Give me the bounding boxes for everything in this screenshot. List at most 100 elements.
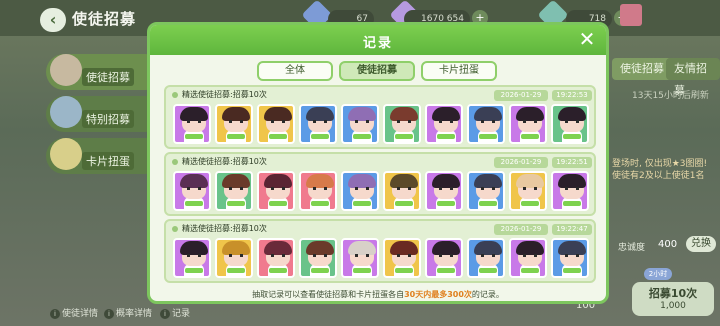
record-entry: 精选使徒招募:招募10次 2026-01-29 19:22:47 (164, 219, 596, 283)
apostle-gem-tag (227, 134, 245, 139)
apostle-card[interactable] (467, 104, 505, 144)
apostle-gem-tag (311, 201, 329, 206)
apostle-eyes (313, 254, 327, 257)
apostle-eyes (565, 187, 579, 190)
apostle-card[interactable] (299, 171, 337, 211)
apostle-hair (348, 174, 376, 188)
apostle-card[interactable] (383, 238, 421, 278)
apostle-hair (180, 241, 208, 255)
close-icon: ✕ (578, 27, 596, 51)
apostle-eyes (229, 120, 243, 123)
side-tab-special-label: 特别招募 (82, 110, 134, 128)
apostle-gem-tag (437, 268, 455, 273)
footer-link-records-label: 记录 (172, 309, 191, 319)
apostle-card[interactable] (425, 104, 463, 144)
side-tab-recruit[interactable]: 使徒招募 (46, 54, 150, 90)
apostle-eyes (523, 254, 537, 257)
apostle-gem-tag (479, 134, 497, 139)
apostle-card[interactable] (467, 238, 505, 278)
apostle-card[interactable] (341, 104, 379, 144)
record-time: 19:22:53 (552, 90, 592, 101)
apostle-card[interactable] (383, 104, 421, 144)
apostle-eyes (439, 120, 453, 123)
apostle-gem-tag (563, 268, 581, 273)
apostle-card[interactable] (215, 104, 253, 144)
apostle-hair (306, 241, 334, 255)
filter-tabs: 全体 使徒招募 卡片扭蛋 (150, 61, 606, 83)
apostle-eyes (313, 120, 327, 123)
apostle-card[interactable] (299, 238, 337, 278)
record-time: 19:22:51 (552, 157, 592, 168)
apostle-card[interactable] (509, 238, 547, 278)
apostle-card[interactable] (509, 171, 547, 211)
apostle-hair (180, 174, 208, 188)
apostle-eyes (565, 120, 579, 123)
apostle-card[interactable] (509, 104, 547, 144)
record-date: 2026-01-29 (494, 157, 548, 168)
apostle-gem-tag (353, 201, 371, 206)
apostle-gem-tag (479, 201, 497, 206)
apostle-gem-tag (269, 201, 287, 206)
apostle-gem-tag (395, 201, 413, 206)
apostle-eyes (397, 187, 411, 190)
apostle-hair (432, 174, 460, 188)
record-entry: 精选使徒招募:招募10次 2026-01-29 19:22:51 (164, 152, 596, 216)
apostle-card[interactable] (551, 104, 589, 144)
apostle-card[interactable] (257, 171, 295, 211)
tab-apostle-recruit[interactable]: 使徒招募 (339, 61, 415, 81)
record-dot-icon (172, 225, 178, 232)
apostle-card[interactable] (551, 171, 589, 211)
footer-link-records[interactable]: i 记录 (160, 306, 190, 319)
recruit-10-button[interactable]: 招募10次 1,000 (632, 282, 714, 316)
side-tab-card-gacha[interactable]: 卡片扭蛋 (46, 138, 150, 174)
apostle-card[interactable] (341, 238, 379, 278)
apostle-card[interactable] (173, 238, 211, 278)
right-tab-recruit[interactable]: 使徒招募 (612, 58, 672, 80)
apostle-card[interactable] (299, 104, 337, 144)
apostle-hair (264, 107, 292, 121)
apostle-hair (474, 174, 502, 188)
apostle-gem-tag (521, 268, 539, 273)
footer-link-probability[interactable]: i 概率详情 (104, 306, 152, 319)
apostle-eyes (229, 187, 243, 190)
back-button[interactable]: ‹ (40, 8, 66, 32)
apostle-hair (474, 241, 502, 255)
apostle-gem-tag (311, 134, 329, 139)
record-cards (173, 171, 591, 211)
side-tab-portrait (50, 54, 82, 86)
apostle-hair (516, 241, 544, 255)
modal-header: 记录 ✕ (150, 25, 606, 55)
apostle-card[interactable] (467, 171, 505, 211)
apostle-card[interactable] (257, 238, 295, 278)
apostle-card[interactable] (551, 238, 589, 278)
apostle-card[interactable] (257, 104, 295, 144)
apostle-gem-tag (479, 268, 497, 273)
apostle-eyes (187, 120, 201, 123)
records-list[interactable]: 精选使徒招募:招募10次 2026-01-29 19:22:53 精选使徒招募:招募1… (164, 85, 596, 283)
side-tab-special[interactable]: 特别招募 (46, 96, 150, 132)
apostle-card[interactable] (215, 238, 253, 278)
right-tab-friend[interactable]: 友情招募 (666, 58, 720, 97)
exchange-button[interactable]: 兑换 (686, 236, 716, 252)
recruit-10-cost: 1,000 (660, 301, 686, 311)
tab-all[interactable]: 全体 (257, 61, 333, 81)
apostle-card[interactable] (173, 171, 211, 211)
apostle-gem-tag (353, 268, 371, 273)
tab-card-gacha[interactable]: 卡片扭蛋 (421, 61, 497, 81)
apostle-card[interactable] (215, 171, 253, 211)
record-dot-icon (172, 158, 178, 165)
close-button[interactable]: ✕ (576, 28, 598, 50)
apostle-hair (222, 174, 250, 188)
apostle-card[interactable] (425, 238, 463, 278)
apostle-card[interactable] (341, 171, 379, 211)
apostle-eyes (481, 120, 495, 123)
apostle-gem-tag (521, 134, 539, 139)
footer-link-detail-label: 使徒详情 (62, 309, 99, 319)
apostle-card[interactable] (173, 104, 211, 144)
apostle-card[interactable] (383, 171, 421, 211)
modal-title: 记录 (362, 36, 393, 51)
apostle-hair (432, 107, 460, 121)
apostle-card[interactable] (425, 171, 463, 211)
apostle-hair (558, 241, 586, 255)
footer-link-detail[interactable]: i 使徒详情 (50, 306, 98, 319)
